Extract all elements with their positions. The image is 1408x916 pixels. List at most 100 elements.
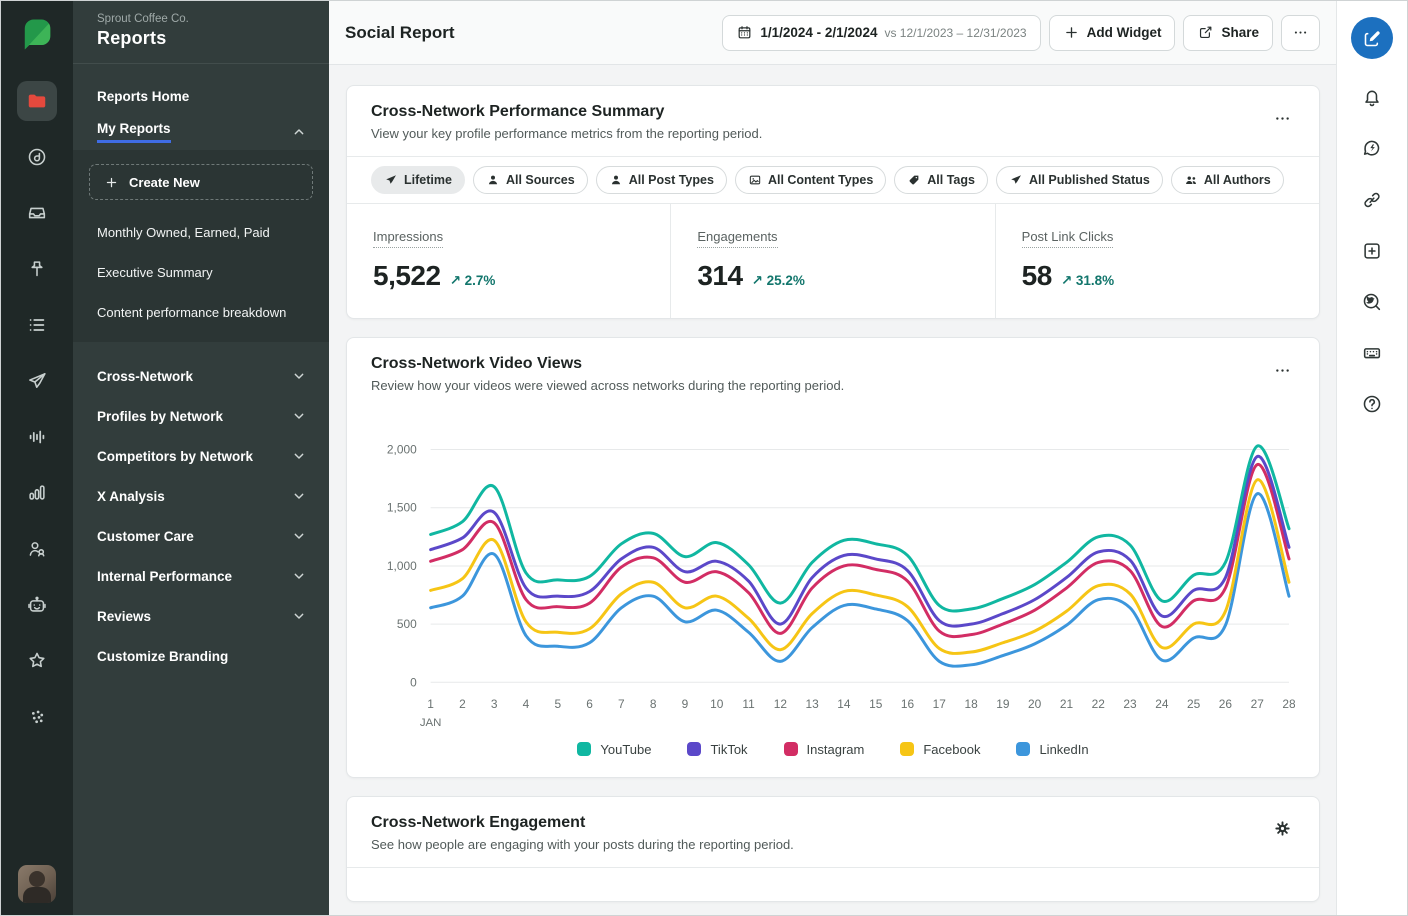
- rail-item-bot[interactable]: [17, 585, 57, 625]
- rail-item-audience[interactable]: [17, 529, 57, 569]
- legend-item-instagram[interactable]: Instagram: [784, 742, 865, 757]
- legend-swatch-icon: [577, 742, 591, 756]
- metric-label[interactable]: Post Link Clicks: [1022, 229, 1114, 248]
- sidebar-item-reports-home[interactable]: Reports Home: [73, 78, 329, 114]
- filter-chip-all-sources[interactable]: All Sources: [473, 166, 588, 194]
- calendar-icon: [736, 24, 753, 41]
- sidebar-section-reviews[interactable]: Reviews: [73, 596, 329, 636]
- right-rail-help-button[interactable]: [1359, 391, 1385, 417]
- bell-icon: [1361, 87, 1383, 109]
- rail-item-apps[interactable]: [17, 697, 57, 737]
- sidebar-section-cross-network[interactable]: Cross-Network: [73, 356, 329, 396]
- rail-item-folder[interactable]: [17, 81, 57, 121]
- filter-chip-lifetime[interactable]: Lifetime: [371, 166, 465, 194]
- svg-text:1,500: 1,500: [387, 501, 417, 515]
- metric-delta: ↗ 31.8%: [1061, 273, 1114, 289]
- sprout-logo-icon[interactable]: [17, 15, 57, 55]
- share-button[interactable]: Share: [1183, 15, 1273, 51]
- sidebar-report-item[interactable]: Executive Summary: [73, 252, 329, 292]
- sidebar-header: Sprout Coffee Co. Reports: [73, 1, 329, 64]
- filter-chip-all-content-types[interactable]: All Content Types: [735, 166, 886, 194]
- image-icon: [748, 173, 762, 187]
- rail-item-listening[interactable]: [17, 417, 57, 457]
- right-rail-chat-lightning-button[interactable]: [1359, 136, 1385, 162]
- sidebar-section-internal-performance[interactable]: Internal Performance: [73, 556, 329, 596]
- svg-text:19: 19: [996, 697, 1010, 711]
- sidebar-section-profiles-by-network[interactable]: Profiles by Network: [73, 396, 329, 436]
- discover-icon: [26, 146, 48, 168]
- publishing-icon: [26, 370, 48, 392]
- compose-icon: [1362, 28, 1383, 49]
- svg-text:9: 9: [682, 697, 689, 711]
- legend-swatch-icon: [1016, 742, 1030, 756]
- reports-sidebar: Sprout Coffee Co. Reports Reports Home M…: [73, 1, 329, 915]
- legend-swatch-icon: [687, 742, 701, 756]
- right-rail-bell-button[interactable]: [1359, 85, 1385, 111]
- sidebar-section-competitors-by-network[interactable]: Competitors by Network: [73, 436, 329, 476]
- svg-text:24: 24: [1155, 697, 1169, 711]
- filter-chip-all-authors[interactable]: All Authors: [1171, 166, 1284, 194]
- rail-item-star[interactable]: [17, 641, 57, 681]
- sidebar-item-my-reports[interactable]: My Reports: [73, 114, 329, 150]
- apps-icon: [26, 706, 48, 728]
- legend-item-tiktok[interactable]: TikTok: [687, 742, 747, 757]
- date-range-button[interactable]: 1/1/2024 - 2/1/2024 vs 12/1/2023 – 12/31…: [722, 15, 1040, 51]
- sidebar-report-item[interactable]: Monthly Owned, Earned, Paid: [73, 212, 329, 252]
- svg-text:2: 2: [459, 697, 466, 711]
- chevron-down-icon: [291, 528, 307, 544]
- chevron-down-icon: [291, 608, 307, 624]
- bird-search-icon: [1361, 291, 1383, 313]
- svg-text:16: 16: [901, 697, 915, 711]
- rail-item-feed[interactable]: [17, 305, 57, 345]
- topbar-more-button[interactable]: [1281, 15, 1320, 51]
- metric-impressions: Impressions5,522↗ 2.7%: [347, 204, 670, 318]
- video-views-more-button[interactable]: [1267, 355, 1297, 385]
- sidebar-section-x-analysis[interactable]: X Analysis: [73, 476, 329, 516]
- rail-item-pin[interactable]: [17, 249, 57, 289]
- filter-chip-all-post-types[interactable]: All Post Types: [596, 166, 727, 194]
- svg-text:4: 4: [523, 697, 530, 711]
- video-views-subtitle: Review how your videos were viewed acros…: [371, 378, 844, 393]
- filter-chip-all-published-status[interactable]: All Published Status: [996, 166, 1163, 194]
- svg-text:11: 11: [742, 697, 755, 711]
- left-rail: [1, 1, 73, 915]
- summary-more-button[interactable]: [1267, 103, 1297, 133]
- metric-label[interactable]: Engagements: [697, 229, 777, 248]
- svg-text:10: 10: [710, 697, 724, 711]
- legend-item-linkedin[interactable]: LinkedIn: [1016, 742, 1088, 757]
- sidebar-section-customize-branding[interactable]: Customize Branding: [73, 636, 329, 676]
- svg-text:JAN: JAN: [420, 717, 442, 729]
- rail-item-analytics[interactable]: [17, 473, 57, 513]
- settings-gear-button[interactable]: [1267, 814, 1297, 844]
- user-avatar[interactable]: [18, 865, 56, 903]
- right-rail-link-button[interactable]: [1359, 187, 1385, 213]
- rail-item-discover[interactable]: [17, 137, 57, 177]
- svg-text:26: 26: [1219, 697, 1233, 711]
- rail-item-publishing[interactable]: [17, 361, 57, 401]
- svg-text:21: 21: [1060, 697, 1074, 711]
- sidebar-report-item[interactable]: Content performance breakdown: [73, 292, 329, 332]
- performance-summary-card: Cross-Network Performance Summary View y…: [346, 85, 1320, 319]
- filter-chip-all-tags[interactable]: All Tags: [894, 166, 988, 194]
- rail-item-inbox[interactable]: [17, 193, 57, 233]
- create-new-button[interactable]: Create New: [89, 164, 313, 200]
- svg-text:3: 3: [491, 697, 498, 711]
- legend-item-facebook[interactable]: Facebook: [900, 742, 980, 757]
- compose-button[interactable]: [1351, 17, 1393, 59]
- metric-label[interactable]: Impressions: [373, 229, 443, 248]
- keyboard-icon: [1361, 342, 1383, 364]
- sidebar-section-customer-care[interactable]: Customer Care: [73, 516, 329, 556]
- my-reports-label: My Reports: [97, 121, 171, 143]
- right-rail-square-plus-button[interactable]: [1359, 238, 1385, 264]
- add-widget-button[interactable]: Add Widget: [1049, 15, 1176, 51]
- right-rail-bird-search-button[interactable]: [1359, 289, 1385, 315]
- chat-lightning-icon: [1361, 138, 1383, 160]
- date-range-value: 1/1/2024 - 2/1/2024: [760, 25, 877, 40]
- legend-item-youtube[interactable]: YouTube: [577, 742, 651, 757]
- analytics-icon: [26, 482, 48, 504]
- metric-value: 314: [697, 260, 742, 292]
- summary-title: Cross-Network Performance Summary: [371, 103, 762, 121]
- svg-text:25: 25: [1187, 697, 1201, 711]
- right-rail-keyboard-button[interactable]: [1359, 340, 1385, 366]
- svg-text:12: 12: [774, 697, 788, 711]
